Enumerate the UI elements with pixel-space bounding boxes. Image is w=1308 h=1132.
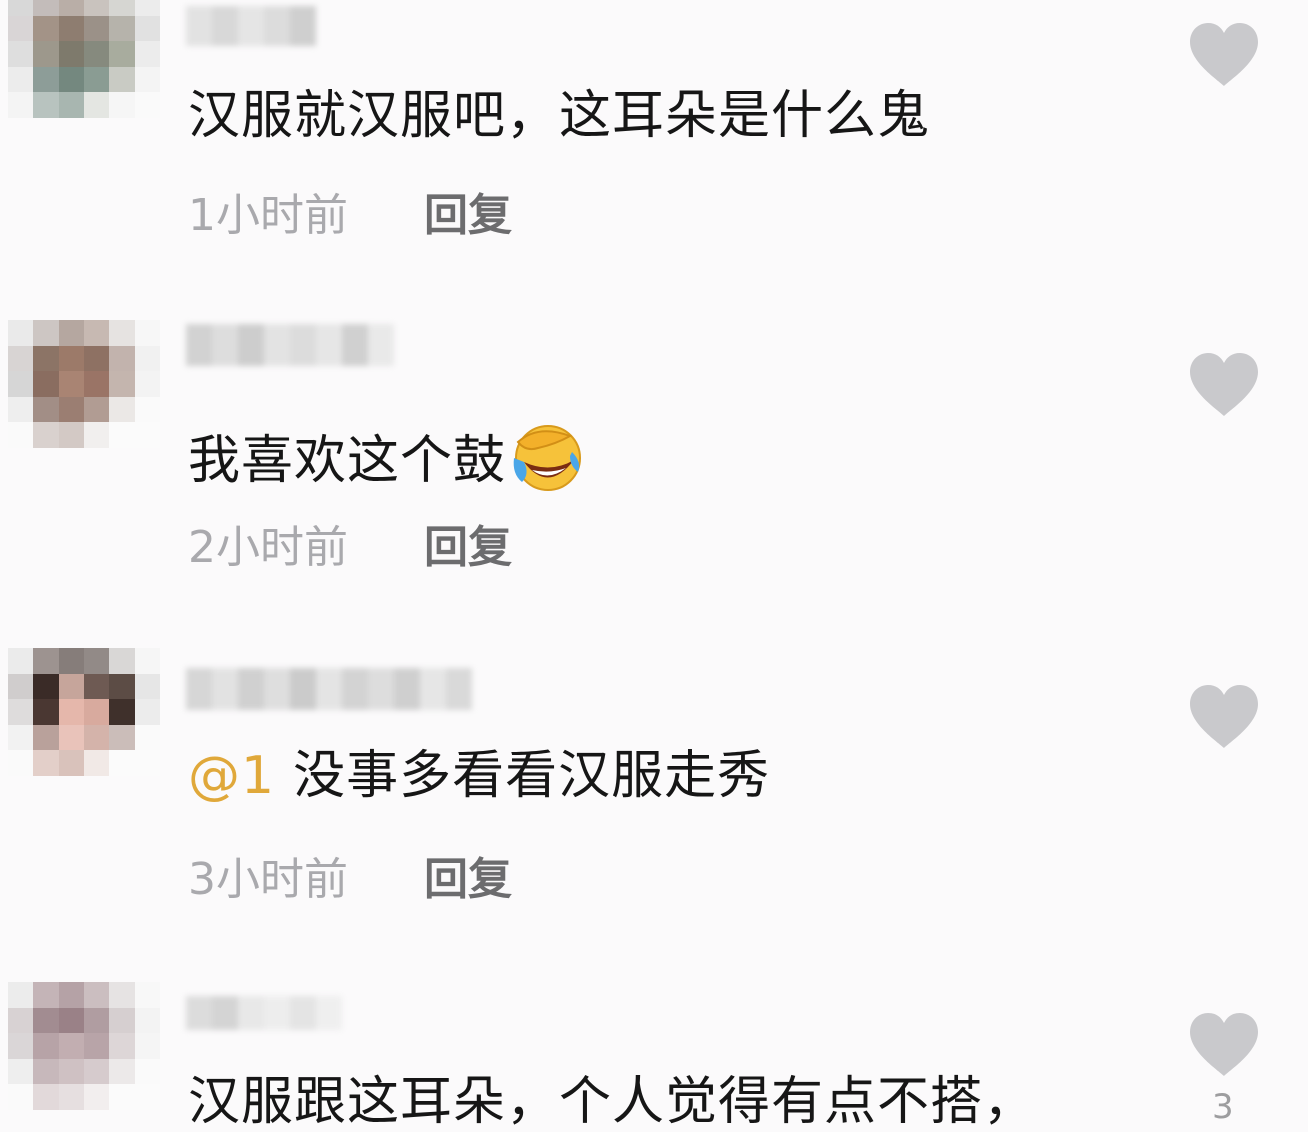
- username-blurred[interactable]: [186, 324, 394, 366]
- comment-item: @1 没事多看看汉服走秀 3小时前 回复: [0, 630, 1308, 960]
- timestamp: 2小时前: [188, 522, 348, 573]
- comment-item: 汉服跟这耳朵，个人觉得有点不搭， 3: [0, 960, 1308, 1128]
- heart-icon[interactable]: [1188, 352, 1260, 418]
- comment-text: 汉服就汉服吧，这耳朵是什么鬼: [188, 86, 931, 146]
- reply-button[interactable]: 回复: [424, 854, 512, 905]
- heart-icon[interactable]: [1188, 22, 1260, 88]
- username-blurred[interactable]: [186, 6, 316, 46]
- mention-link[interactable]: @1: [188, 746, 275, 806]
- comment-meta: 3小时前 回复: [188, 858, 512, 902]
- timestamp: 3小时前: [188, 854, 348, 905]
- like-count: 3: [1212, 1087, 1234, 1127]
- comment-text: 汉服跟这耳朵，个人觉得有点不搭，: [188, 1072, 1037, 1132]
- username-blurred[interactable]: [186, 996, 342, 1030]
- avatar[interactable]: [8, 648, 160, 776]
- avatar[interactable]: [8, 320, 160, 448]
- timestamp: 1小时前: [188, 190, 348, 241]
- laughing-crying-emoji: [513, 425, 582, 491]
- comment-meta: 1小时前 回复: [188, 194, 512, 238]
- comment-item: 我喜欢这个鼓 2小时前 回复: [0, 300, 1308, 630]
- comment-meta: 2小时前 回复: [188, 526, 512, 570]
- comment-text: 我喜欢这个鼓: [188, 422, 584, 492]
- comment-text-content: 我喜欢这个鼓: [188, 431, 507, 491]
- avatar[interactable]: [8, 0, 160, 118]
- username-blurred[interactable]: [186, 668, 472, 710]
- comment-text: @1 没事多看看汉服走秀: [188, 750, 770, 802]
- avatar[interactable]: [8, 982, 160, 1110]
- comment-item: 汉服就汉服吧，这耳朵是什么鬼 1小时前 回复: [0, 0, 1308, 300]
- comment-text-content: 没事多看看汉服走秀: [293, 746, 771, 806]
- heart-icon[interactable]: [1188, 1012, 1260, 1078]
- reply-button[interactable]: 回复: [424, 190, 512, 241]
- heart-icon[interactable]: [1188, 684, 1260, 750]
- reply-button[interactable]: 回复: [424, 522, 512, 573]
